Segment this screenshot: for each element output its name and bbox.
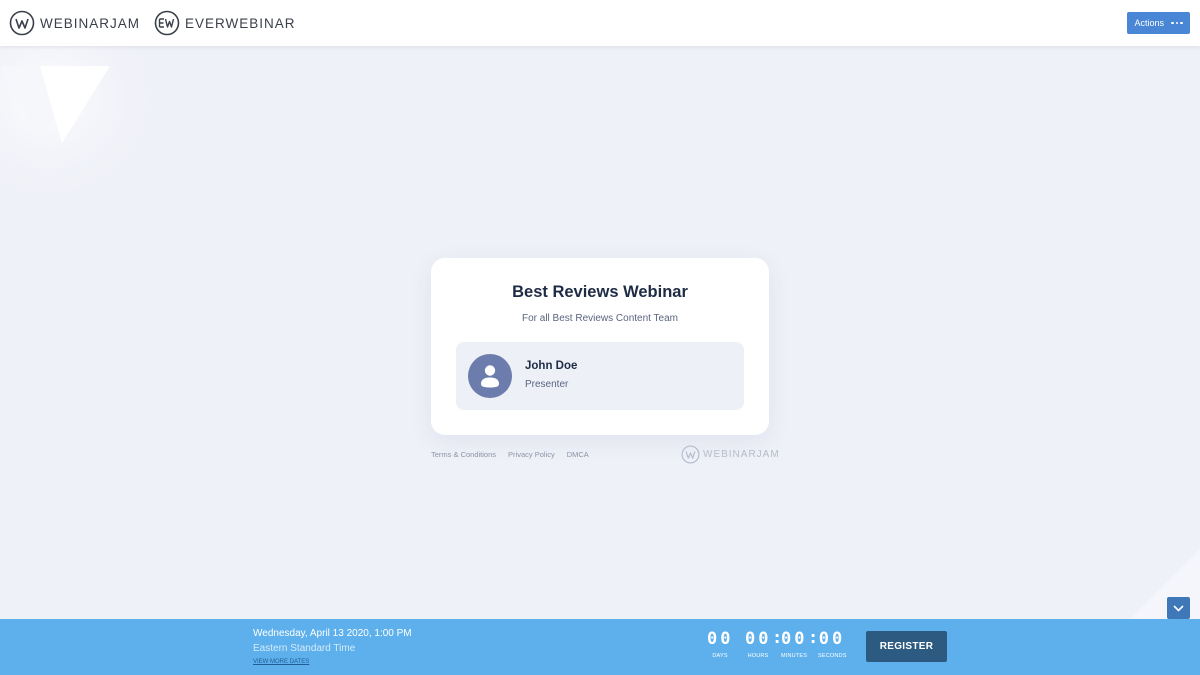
actions-button[interactable]: Actions bbox=[1127, 12, 1190, 34]
countdown-seconds-value: 00 bbox=[818, 629, 846, 649]
dmca-link[interactable]: DMCA bbox=[567, 450, 589, 459]
footer-brand-text: WEBINARJAM bbox=[703, 449, 780, 460]
webinarjam-logo-icon bbox=[9, 10, 35, 36]
top-header: WEBINARJAM EVERWEBINAR Actions bbox=[0, 0, 1200, 46]
webinar-title: Best Reviews Webinar bbox=[512, 283, 688, 301]
countdown-seconds-label: SECONDS bbox=[818, 653, 847, 659]
countdown-days-value: 00 bbox=[707, 629, 734, 649]
event-timezone: Eastern Standard Time bbox=[253, 643, 356, 654]
privacy-link[interactable]: Privacy Policy bbox=[508, 450, 555, 459]
register-button[interactable]: REGISTER bbox=[866, 631, 947, 662]
event-date: Wednesday, April 13 2020, 1:00 PM bbox=[253, 628, 412, 639]
presenter-name: John Doe bbox=[525, 360, 578, 372]
countdown-hours-label: HOURS bbox=[747, 653, 769, 659]
webinar-subtitle: For all Best Reviews Content Team bbox=[522, 313, 678, 324]
everwebinar-brand[interactable]: EVERWEBINAR bbox=[154, 10, 296, 36]
countdown-separator: : bbox=[808, 628, 819, 648]
webinarjam-brand-text: WEBINARJAM bbox=[40, 15, 141, 31]
registration-bar: Wednesday, April 13 2020, 1:00 PM Easter… bbox=[0, 619, 1200, 675]
countdown-seconds: 00 SECONDS bbox=[818, 629, 846, 659]
footer-brand[interactable]: WEBINARJAM bbox=[681, 445, 780, 464]
presenter-card: John Doe Presenter bbox=[456, 342, 744, 410]
terms-link[interactable]: Terms & Conditions bbox=[431, 450, 496, 459]
view-more-dates-link[interactable]: VIEW MORE DATES bbox=[253, 659, 309, 665]
everwebinar-brand-text: EVERWEBINAR bbox=[185, 15, 296, 31]
background-logo-decoration bbox=[0, 46, 160, 196]
avatar bbox=[468, 354, 512, 398]
everwebinar-logo-icon bbox=[154, 10, 180, 36]
more-dots-icon bbox=[1171, 21, 1183, 25]
user-icon bbox=[481, 365, 499, 388]
actions-button-label: Actions bbox=[1134, 18, 1164, 28]
countdown-days: 00 DAYS bbox=[707, 629, 733, 659]
countdown-minutes-label: MINUTES bbox=[781, 653, 808, 659]
countdown-minutes-value: 00 bbox=[781, 629, 808, 649]
countdown-hours: 00 HOURS bbox=[745, 629, 771, 659]
presenter-role: Presenter bbox=[525, 379, 569, 390]
webinarjam-logo-icon bbox=[681, 445, 700, 464]
collapse-bar-button[interactable] bbox=[1167, 597, 1190, 619]
countdown-hours-value: 00 bbox=[745, 629, 772, 649]
countdown-days-label: DAYS bbox=[712, 653, 728, 659]
chevron-down-icon bbox=[1173, 604, 1184, 612]
countdown-minutes: 00 MINUTES bbox=[781, 629, 807, 659]
webinar-card: Best Reviews Webinar For all Best Review… bbox=[431, 258, 769, 435]
footer-links: Terms & Conditions Privacy Policy DMCA bbox=[431, 450, 589, 459]
countdown-timer: 00 DAYS 00 HOURS : 00 MINUTES : 00 SECON… bbox=[700, 628, 850, 669]
webinarjam-brand[interactable]: WEBINARJAM bbox=[9, 10, 140, 36]
